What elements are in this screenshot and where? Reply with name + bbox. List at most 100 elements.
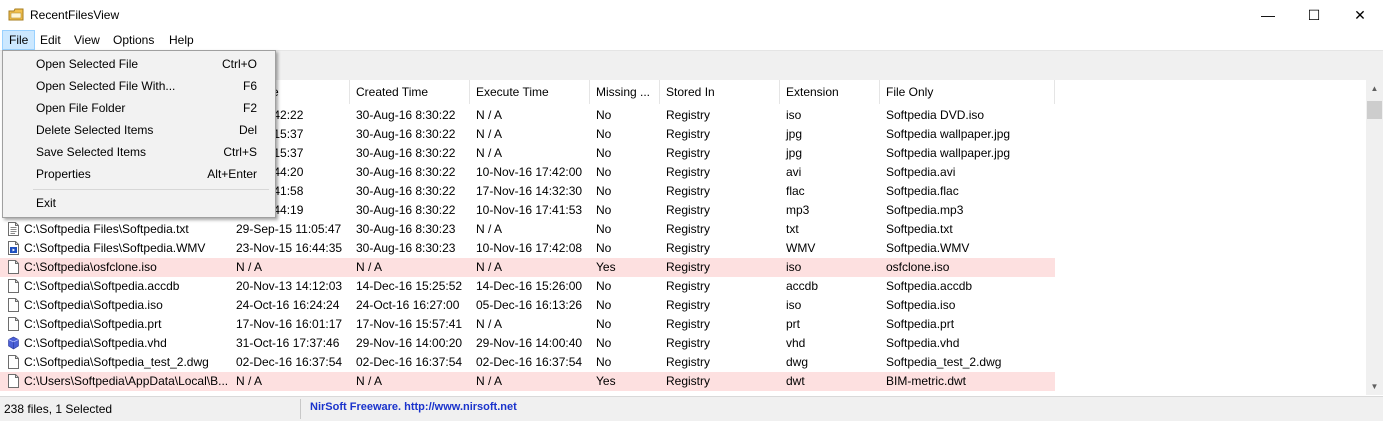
column-header-created-time[interactable]: Created Time [350, 80, 470, 104]
menu-item-exit[interactable]: Exit [3, 192, 275, 214]
menu-separator [33, 189, 269, 190]
cell-stored-in: Registry [666, 203, 711, 217]
minimize-button[interactable]: — [1245, 0, 1291, 30]
cell-missing: Yes [596, 260, 616, 274]
cell-execute-time: 29-Nov-16 14:00:40 [476, 336, 583, 350]
table-row[interactable]: C:\Softpedia\Softpedia.prt 17-Nov-16 16:0… [0, 315, 1055, 334]
table-row[interactable]: C:\Users\Softpedia\AppData\Local\B... N /… [0, 372, 1055, 391]
scroll-up-icon[interactable]: ▲ [1366, 80, 1383, 97]
cell-extension: txt [786, 222, 799, 236]
cell-stored-in: Registry [666, 165, 711, 179]
table-row[interactable]: C:\Softpedia Files\Softpedia.txt 29-Sep-1… [0, 220, 1055, 239]
close-button[interactable]: ✕ [1337, 0, 1383, 30]
cell-extension: iso [786, 260, 802, 274]
cell-filename: C:\Softpedia\osfclone.iso [24, 260, 157, 274]
cell-missing: No [596, 222, 612, 236]
vertical-scrollbar[interactable]: ▲ ▼ [1366, 80, 1383, 395]
cell-extension: iso [786, 298, 802, 312]
cell-stored-in: Registry [666, 260, 711, 274]
cell-missing: No [596, 355, 612, 369]
table-row[interactable]: C:\Softpedia\Softpedia.iso 24-Oct-16 16:2… [0, 296, 1055, 315]
cell-filename: C:\Users\Softpedia\AppData\Local\B... [24, 374, 229, 388]
cell-file-only: Softpedia_test_2.dwg [886, 355, 1002, 369]
cell-extension: prt [786, 317, 801, 331]
cell-file-only: Softpedia.txt [886, 222, 953, 236]
file-menu-dropdown: Open Selected File Ctrl+O Open Selected … [2, 50, 276, 218]
cell-modified-time: 17-Nov-16 16:01:17 [236, 317, 343, 331]
menu-item-open-file-folder[interactable]: Open File Folder F2 [3, 97, 275, 119]
menu-view[interactable]: View [68, 30, 106, 50]
column-header-extension[interactable]: Extension [780, 80, 880, 104]
menu-bar: File Edit View Options Help [0, 30, 1383, 51]
cell-execute-time: N / A [476, 146, 503, 160]
status-bar: 238 files, 1 Selected NirSoft Freeware. … [0, 396, 1383, 421]
cell-execute-time: 14-Dec-16 15:26:00 [476, 279, 583, 293]
cell-extension: WMV [786, 241, 816, 255]
column-header-stored-in[interactable]: Stored In [660, 80, 780, 104]
cell-filename: C:\Softpedia\Softpedia.iso [24, 298, 163, 312]
window-title: RecentFilesView [30, 8, 120, 22]
cell-file-only: Softpedia.prt [886, 317, 955, 331]
table-row[interactable]: C:\Softpedia Files\Softpedia.WMV 23-Nov-1… [0, 239, 1055, 258]
cell-missing: No [596, 298, 612, 312]
cell-execute-time: N / A [476, 374, 503, 388]
cell-filename: C:\Softpedia\Softpedia.accdb [24, 279, 180, 293]
menu-item-open-selected-file-with[interactable]: Open Selected File With... F6 [3, 75, 275, 97]
table-row[interactable]: C:\Softpedia\Softpedia.accdb 20-Nov-13 14… [0, 277, 1055, 296]
cell-stored-in: Registry [666, 355, 711, 369]
app-icon [8, 8, 24, 21]
cell-created-time: 17-Nov-16 15:57:41 [356, 317, 463, 331]
title-bar: RecentFilesView — ☐ ✕ [0, 0, 1383, 30]
menu-item-save-selected-items[interactable]: Save Selected Items Ctrl+S [3, 141, 275, 163]
maximize-button[interactable]: ☐ [1291, 0, 1337, 30]
menu-item-delete-selected-items[interactable]: Delete Selected Items Del [3, 119, 275, 141]
column-header-missing[interactable]: Missing ... [590, 80, 660, 104]
menu-item-properties[interactable]: Properties Alt+Enter [3, 163, 275, 185]
cell-missing: No [596, 317, 612, 331]
cell-modified-time: N / A [236, 374, 263, 388]
cell-execute-time: N / A [476, 222, 503, 236]
menu-options[interactable]: Options [107, 30, 160, 50]
table-row[interactable]: C:\Softpedia\osfclone.iso N / A N / A N / A… [0, 258, 1055, 277]
column-header-execute-time[interactable]: Execute Time [470, 80, 590, 104]
cell-filename: C:\Softpedia Files\Softpedia.WMV [24, 241, 206, 255]
menu-help[interactable]: Help [163, 30, 200, 50]
cell-extension: avi [786, 165, 802, 179]
menu-file[interactable]: File [2, 30, 36, 50]
cell-missing: No [596, 279, 612, 293]
cell-modified-time: N / A [236, 260, 263, 274]
menu-item-open-selected-file[interactable]: Open Selected File Ctrl+O [3, 53, 275, 75]
cell-execute-time: 02-Dec-16 16:37:54 [476, 355, 583, 369]
cell-file-only: Softpedia.mp3 [886, 203, 964, 217]
cell-file-only: Softpedia DVD.iso [886, 108, 985, 122]
maximize-icon: ☐ [1307, 6, 1321, 23]
cell-modified-time: 23-Nov-15 16:44:35 [236, 241, 343, 255]
cell-extension: mp3 [786, 203, 810, 217]
cell-file-only: Softpedia.accdb [886, 279, 973, 293]
cell-execute-time: N / A [476, 260, 503, 274]
cell-stored-in: Registry [666, 298, 711, 312]
scroll-down-icon[interactable]: ▼ [1366, 378, 1383, 395]
minimize-icon: — [1261, 7, 1275, 23]
cell-extension: flac [786, 184, 805, 198]
cell-stored-in: Registry [666, 336, 711, 350]
cell-file-only: Softpedia.flac [886, 184, 959, 198]
cell-file-only: Softpedia.iso [886, 298, 956, 312]
cell-created-time: 30-Aug-16 8:30:22 [356, 203, 456, 217]
cell-extension: vhd [786, 336, 806, 350]
menu-edit[interactable]: Edit [34, 30, 67, 50]
cell-filename: C:\Softpedia Files\Softpedia.txt [24, 222, 189, 236]
column-header-file-only[interactable]: File Only [880, 80, 1055, 104]
nirsoft-link[interactable]: NirSoft Freeware. http://www.nirsoft.net [310, 401, 517, 413]
cell-file-only: Softpedia.vhd [886, 336, 960, 350]
cell-missing: Yes [596, 374, 616, 388]
cell-filename: C:\Softpedia\Softpedia.vhd [24, 336, 167, 350]
table-row[interactable]: C:\Softpedia\Softpedia_test_2.dwg 02-Dec-… [0, 353, 1055, 372]
cell-missing: No [596, 146, 612, 160]
scroll-thumb[interactable] [1367, 101, 1382, 119]
cell-file-only: osfclone.iso [886, 260, 950, 274]
table-row[interactable]: C:\Softpedia\Softpedia.vhd 31-Oct-16 17:3… [0, 334, 1055, 353]
cell-stored-in: Registry [666, 222, 711, 236]
status-count: 238 files, 1 Selected [4, 402, 113, 416]
cell-file-only: BIM-metric.dwt [886, 374, 967, 388]
